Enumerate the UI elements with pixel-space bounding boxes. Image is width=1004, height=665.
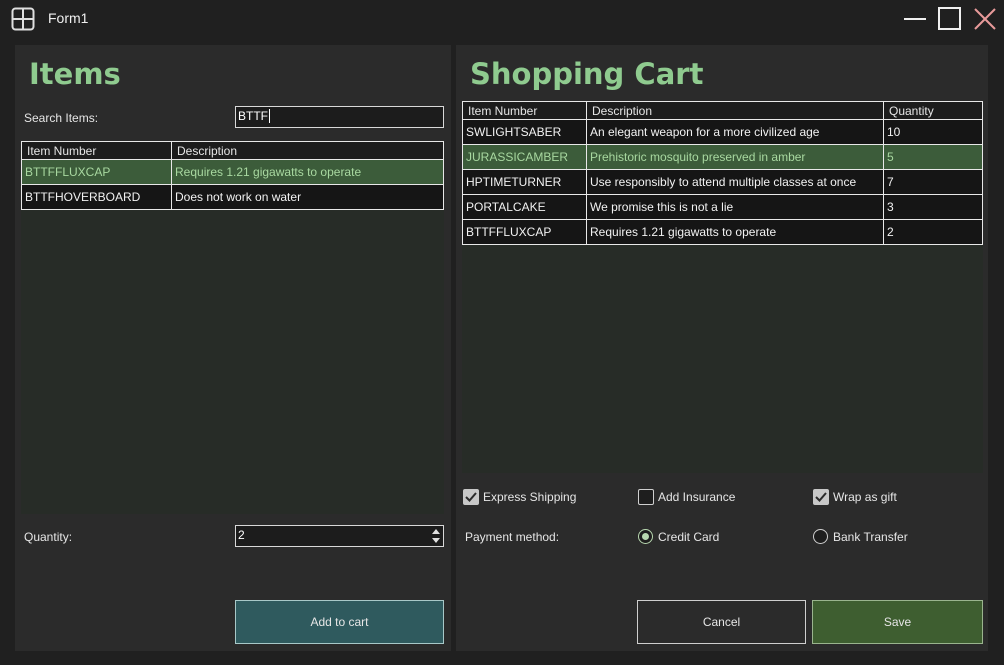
- save-button[interactable]: Save: [812, 600, 983, 644]
- cell-item-number: BTTFHOVERBOARD: [21, 184, 172, 210]
- cell-quantity: 7: [883, 169, 983, 195]
- checkbox-unchecked-icon: [638, 489, 654, 505]
- checkbox-checked-icon: [463, 489, 479, 505]
- cell-item-number: BTTFFLUXCAP: [21, 159, 172, 185]
- cell-description: Does not work on water: [171, 184, 444, 210]
- bank-transfer-radio[interactable]: Bank Transfer: [813, 529, 923, 547]
- cell-description: Requires 1.21 gigawatts to operate: [586, 219, 884, 245]
- express-shipping-label: Express Shipping: [483, 490, 577, 504]
- cell-quantity: 2: [883, 219, 983, 245]
- cell-item-number: BTTFFLUXCAP: [462, 219, 587, 245]
- table-row[interactable]: SWLIGHTSABER An elegant weapon for a mor…: [462, 119, 983, 145]
- column-header-description[interactable]: Description: [586, 101, 884, 120]
- cart-header-row: Item Number Description Quantity: [462, 101, 983, 120]
- table-row[interactable]: JURASSICAMBER Prehistoric mosquito prese…: [462, 144, 983, 170]
- search-input-value: BTTF: [238, 109, 268, 123]
- cell-description: We promise this is not a lie: [586, 194, 884, 220]
- column-header-quantity[interactable]: Quantity: [883, 101, 983, 120]
- cell-item-number: JURASSICAMBER: [462, 144, 587, 170]
- cell-item-number: HPTIMETURNER: [462, 169, 587, 195]
- minimize-icon[interactable]: [901, 5, 929, 33]
- checkbox-checked-icon: [813, 489, 829, 505]
- stepper-arrows-icon[interactable]: [431, 526, 441, 546]
- wrap-as-gift-label: Wrap as gift: [833, 490, 897, 504]
- search-input[interactable]: BTTF: [235, 106, 444, 128]
- quantity-label: Quantity:: [24, 530, 73, 544]
- cell-quantity: 3: [883, 194, 983, 220]
- credit-card-radio[interactable]: Credit Card: [638, 529, 738, 547]
- table-row[interactable]: PORTALCAKE We promise this is not a lie …: [462, 194, 983, 220]
- items-header-row: Item Number Description: [21, 141, 444, 160]
- column-header-description[interactable]: Description: [171, 141, 444, 160]
- add-insurance-label: Add Insurance: [658, 490, 736, 504]
- table-row[interactable]: BTTFFLUXCAP Requires 1.21 gigawatts to o…: [462, 219, 983, 245]
- cart-panel: Shopping Cart Item Number Description Qu…: [456, 45, 988, 651]
- payment-method-label: Payment method:: [465, 530, 560, 544]
- radio-selected-icon: [638, 529, 653, 544]
- cart-grid[interactable]: Item Number Description Quantity SWLIGHT…: [462, 101, 983, 473]
- quantity-value: 2: [238, 528, 245, 542]
- table-row[interactable]: BTTFHOVERBOARD Does not work on water: [21, 184, 444, 210]
- cell-quantity: 10: [883, 119, 983, 145]
- column-header-item-number[interactable]: Item Number: [21, 141, 172, 160]
- add-to-cart-button[interactable]: Add to cart: [235, 600, 444, 644]
- cell-description: Prehistoric mosquito preserved in amber: [586, 144, 884, 170]
- items-panel: Items Search Items: BTTF Item Number Des…: [15, 45, 451, 651]
- cell-description: An elegant weapon for a more civilized a…: [586, 119, 884, 145]
- cart-heading: Shopping Cart: [470, 57, 704, 91]
- table-row[interactable]: HPTIMETURNER Use responsibly to attend m…: [462, 169, 983, 195]
- cell-description: Requires 1.21 gigawatts to operate: [171, 159, 444, 185]
- cell-quantity: 5: [883, 144, 983, 170]
- bank-transfer-label: Bank Transfer: [833, 530, 908, 544]
- cell-description: Use responsibly to attend multiple class…: [586, 169, 884, 195]
- grid-app-icon: [11, 7, 35, 31]
- quantity-stepper[interactable]: 2: [235, 525, 444, 547]
- cell-item-number: SWLIGHTSABER: [462, 119, 587, 145]
- express-shipping-checkbox[interactable]: Express Shipping: [463, 489, 593, 507]
- search-items-label: Search Items:: [24, 111, 99, 125]
- close-icon[interactable]: [971, 5, 999, 33]
- add-insurance-checkbox[interactable]: Add Insurance: [638, 489, 758, 507]
- cancel-button[interactable]: Cancel: [637, 600, 806, 644]
- window-title: Form1: [48, 10, 89, 26]
- maximize-icon[interactable]: [936, 5, 964, 33]
- wrap-as-gift-checkbox[interactable]: Wrap as gift: [813, 489, 923, 507]
- credit-card-label: Credit Card: [658, 530, 720, 544]
- title-bar: Form1: [0, 0, 1004, 37]
- items-grid[interactable]: Item Number Description BTTFFLUXCAP Requ…: [21, 141, 444, 514]
- cell-item-number: PORTALCAKE: [462, 194, 587, 220]
- radio-unselected-icon: [813, 529, 828, 544]
- column-header-item-number[interactable]: Item Number: [462, 101, 587, 120]
- items-heading: Items: [29, 57, 121, 91]
- table-row[interactable]: BTTFFLUXCAP Requires 1.21 gigawatts to o…: [21, 159, 444, 185]
